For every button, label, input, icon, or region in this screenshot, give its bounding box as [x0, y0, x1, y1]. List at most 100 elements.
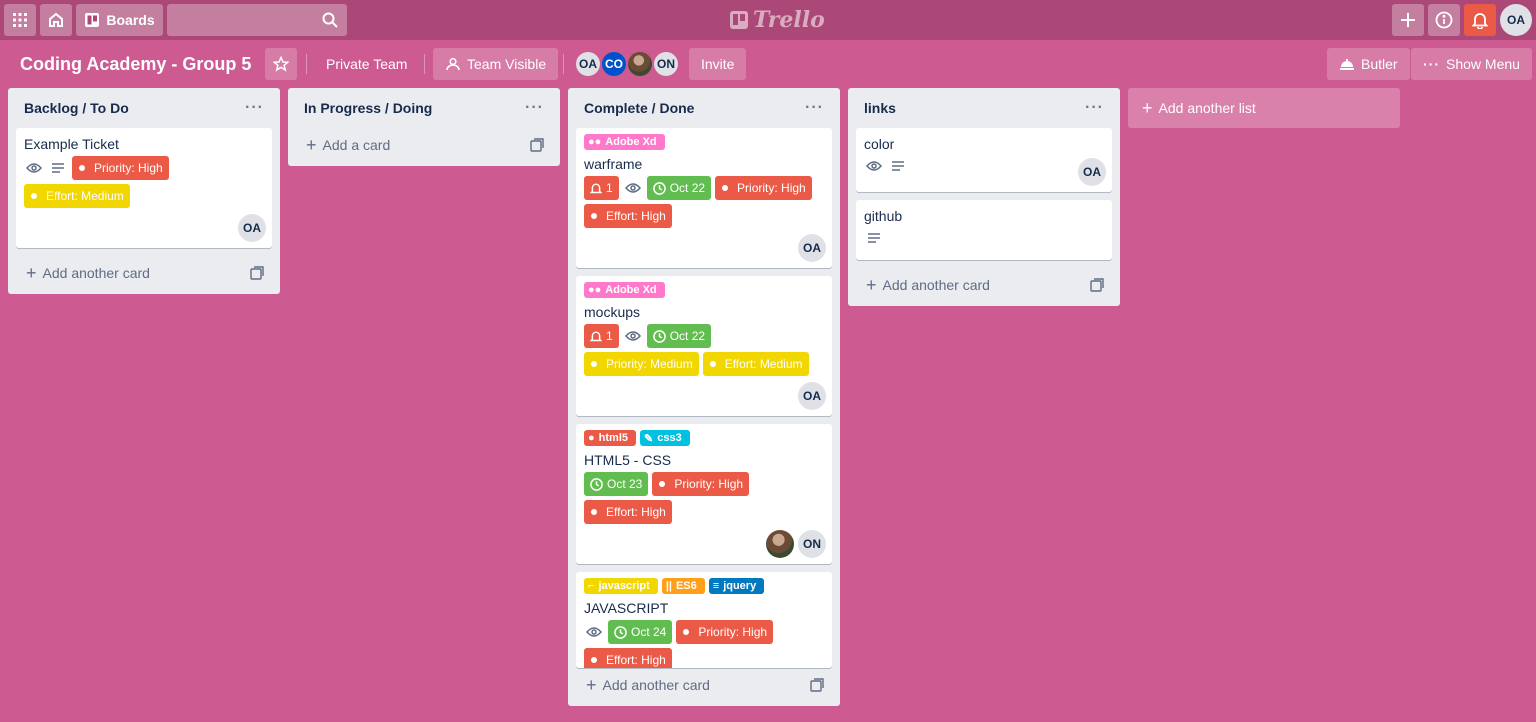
effort-label: Effort: High — [584, 648, 672, 668]
home-button[interactable] — [40, 4, 72, 36]
list-menu-icon[interactable]: ··· — [805, 99, 824, 117]
visibility-button[interactable]: Team Visible — [433, 48, 559, 80]
add-list-button[interactable]: + Add another list — [1128, 88, 1400, 128]
priority-text: Priority: High — [698, 625, 768, 639]
card-member-avatar[interactable]: ON — [798, 530, 826, 558]
card-javascript[interactable]: ⌐ javascript || ES6 ≡ jquery JAVASCRIPT Oct… — [576, 572, 832, 668]
effort-text: Effort: High — [606, 505, 666, 519]
card-member-initials: OA — [243, 221, 261, 235]
team-label: Private Team — [326, 56, 408, 72]
show-menu-button[interactable]: ··· Show Menu — [1411, 48, 1532, 80]
label-dot-icon — [28, 189, 42, 203]
member-avatar-oa[interactable]: OA — [574, 50, 602, 78]
label-dot-icon — [680, 625, 694, 639]
board-title[interactable]: Coding Academy - Group 5 — [20, 54, 251, 75]
info-button[interactable] — [1428, 4, 1460, 36]
invite-button[interactable]: Invite — [689, 48, 747, 80]
tag-text: jquery — [723, 580, 757, 592]
eye-icon — [623, 178, 643, 198]
plus-icon — [1401, 13, 1415, 27]
card-github[interactable]: github — [856, 200, 1112, 260]
card-warframe[interactable]: ●● Adobe Xd warframe 1 Oct 22 Priority: H… — [576, 128, 832, 268]
more-icon: ··· — [1423, 56, 1440, 72]
card-example-ticket[interactable]: Example Ticket Priority: High Effort: Me… — [16, 128, 272, 248]
notifications-button[interactable] — [1464, 4, 1496, 36]
tag-text: html5 — [598, 432, 628, 444]
add-list-label: Add another list — [1158, 100, 1256, 116]
due-date-text: Oct 22 — [669, 181, 706, 195]
add-card-button[interactable]: + Add another card — [576, 671, 832, 699]
member-avatar-on[interactable]: ON — [652, 50, 680, 78]
card-member-avatar[interactable]: OA — [798, 382, 826, 410]
list-title[interactable]: Backlog / To Do — [24, 100, 129, 116]
list-menu-icon[interactable]: ··· — [245, 99, 264, 117]
list-title[interactable]: Complete / Done — [584, 100, 694, 116]
priority-text: Priority: Medium — [606, 357, 693, 371]
tag-icon: || — [665, 580, 672, 592]
list-title[interactable]: In Progress / Doing — [304, 100, 432, 116]
card-badges: Oct 23 Priority: High — [584, 472, 824, 496]
card-member-photo-avatar[interactable] — [766, 530, 794, 558]
template-icon[interactable] — [250, 266, 264, 280]
boards-button[interactable]: Boards — [76, 4, 163, 36]
list-header: Complete / Done ··· — [568, 88, 840, 128]
member-initials: OA — [579, 57, 597, 71]
card-labels: Effort: High — [584, 204, 824, 228]
priority-label: Priority: Medium — [584, 352, 699, 376]
apps-icon — [13, 13, 27, 27]
butler-label: Butler — [1361, 56, 1398, 72]
list-links: links ··· color OA github + Add another … — [848, 88, 1120, 306]
tag-icon: ● — [588, 432, 595, 444]
list-title[interactable]: links — [864, 100, 896, 116]
card-tags: ●● Adobe Xd — [584, 282, 824, 298]
member-avatar-photo[interactable] — [626, 50, 654, 78]
card-title: JAVASCRIPT — [584, 600, 669, 616]
card-html5-css[interactable]: ● html5 ✎ css3 HTML5 - CSS Oct 23 Priority… — [576, 424, 832, 564]
butler-button[interactable]: Butler — [1327, 48, 1410, 80]
tag-es6: || ES6 — [661, 578, 705, 594]
card-member-avatar[interactable]: OA — [798, 234, 826, 262]
trello-logo[interactable]: Trello — [729, 7, 825, 33]
priority-text: Priority: High — [737, 181, 806, 195]
star-button[interactable] — [265, 48, 297, 80]
search-input[interactable] — [167, 4, 347, 36]
boards-icon — [85, 13, 100, 27]
card-labels: Effort: Medium — [24, 184, 264, 208]
top-header: Boards Trello OA — [0, 0, 1536, 40]
template-icon[interactable] — [810, 678, 824, 692]
card-color[interactable]: color OA — [856, 128, 1112, 192]
butler-icon — [1340, 59, 1354, 70]
card-member-avatar[interactable]: OA — [238, 214, 266, 242]
template-icon[interactable] — [1090, 278, 1104, 292]
notification-badge: 1 — [584, 176, 619, 200]
label-dot-icon — [656, 477, 670, 491]
due-date-badge[interactable]: Oct 24 — [608, 620, 673, 644]
eye-icon — [623, 326, 643, 346]
user-avatar[interactable]: OA — [1500, 4, 1532, 36]
add-card-label: Add another card — [602, 677, 710, 693]
create-button[interactable] — [1392, 4, 1424, 36]
list-menu-icon[interactable]: ··· — [525, 99, 544, 117]
add-card-button[interactable]: + Add another card — [16, 259, 272, 287]
due-date-text: Oct 23 — [607, 477, 643, 491]
plus-icon: + — [306, 134, 317, 155]
card-mockups[interactable]: ●● Adobe Xd mockups 1 Oct 22 Priority: Me… — [576, 276, 832, 416]
tag-adobe-xd: ●● Adobe Xd — [584, 282, 665, 298]
due-date-badge[interactable]: Oct 22 — [646, 176, 712, 200]
effort-label: Effort: Medium — [24, 184, 130, 208]
logo-text: Trello — [753, 7, 825, 33]
label-dot-icon — [588, 357, 602, 371]
add-card-button[interactable]: + Add a card — [296, 131, 552, 159]
apps-button[interactable] — [4, 4, 36, 36]
label-dot-icon — [719, 181, 733, 195]
add-card-button[interactable]: + Add another card — [856, 271, 1112, 299]
priority-label: Priority: High — [72, 156, 169, 180]
team-button[interactable]: Private Team — [314, 48, 419, 80]
due-date-badge[interactable]: Oct 23 — [584, 472, 649, 496]
template-icon[interactable] — [530, 138, 544, 152]
member-avatar-co[interactable]: CO — [600, 50, 628, 78]
card-member-avatar[interactable]: OA — [1078, 158, 1106, 186]
list-menu-icon[interactable]: ··· — [1085, 99, 1104, 117]
card-member-initials: OA — [803, 241, 821, 255]
due-date-badge[interactable]: Oct 22 — [646, 324, 712, 348]
